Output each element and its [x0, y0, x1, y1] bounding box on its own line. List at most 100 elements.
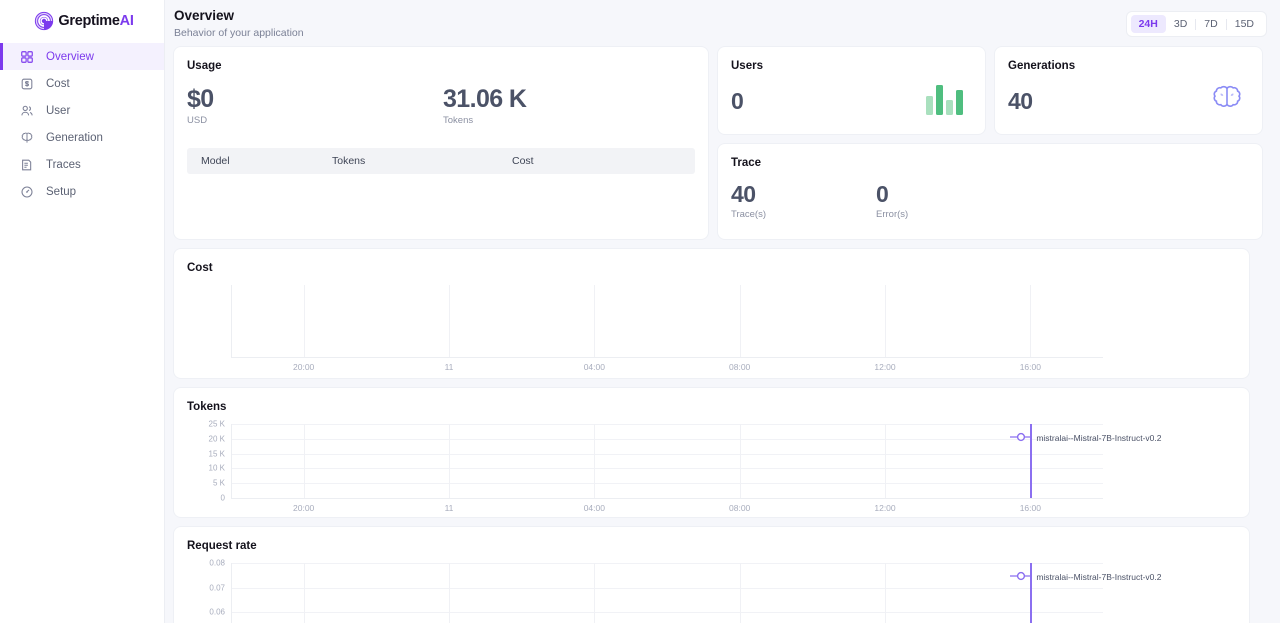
usage-card: Usage $0 USD 31.06 K Tokens Model T [174, 47, 708, 239]
x-axis-tick-label: 16:00 [1020, 503, 1041, 513]
usage-cost-value: $0 [187, 85, 443, 114]
x-axis-tick-label: 20:00 [293, 503, 314, 513]
usage-metrics: $0 USD 31.06 K Tokens [187, 85, 695, 126]
y-axis-tick-label: 10 K [187, 464, 225, 473]
x-axis-tick-label: 11 [445, 362, 454, 372]
sidebar-item-cost[interactable]: Cost [0, 70, 164, 97]
sidebar-nav: Overview Cost [0, 43, 164, 205]
request-rate-chart-card: Request rate 0.080.070.060.0520:001104:0… [174, 527, 1249, 623]
page-title: Overview [174, 8, 304, 24]
gridline-horizontal [231, 468, 1103, 469]
gridline-vertical [594, 285, 595, 357]
x-axis-tick-label: 20:00 [293, 362, 314, 372]
generations-card-title: Generations [1008, 60, 1249, 72]
gridline-vertical [885, 563, 886, 623]
y-axis-tick-label: 0 [187, 494, 225, 503]
range-button-3d[interactable]: 3D [1166, 15, 1195, 33]
summary-row: Usage $0 USD 31.06 K Tokens Model T [174, 47, 1266, 239]
sidebar-item-setup[interactable]: Setup [0, 178, 164, 205]
gridline-vertical [1030, 285, 1031, 357]
usage-tokens-metric: 31.06 K Tokens [443, 85, 526, 126]
trace-count-metric: 40 Trace(s) [731, 181, 876, 220]
gridline-horizontal [231, 588, 1103, 589]
sidebar-item-label: Generation [46, 132, 103, 144]
cost-chart-title: Cost [187, 262, 1236, 274]
tokens-chart-plot: 25 K20 K15 K10 K5 K020:001104:0008:0012:… [187, 424, 1236, 514]
sidebar-item-generation[interactable]: Generation [0, 124, 164, 151]
users-card: Users 0 [718, 47, 985, 134]
main-content: Overview Behavior of your application 24… [165, 0, 1280, 623]
y-axis-line [231, 285, 232, 357]
x-axis-line [231, 357, 1103, 358]
dollar-box-icon [20, 77, 34, 91]
legend-label: mistralai--Mistral-7B-Instruct-v0.2 [1036, 572, 1161, 582]
tokens-chart-title: Tokens [187, 401, 1236, 413]
error-count-label: Error(s) [876, 209, 908, 220]
column-header-model: Model [187, 155, 332, 167]
gridline-vertical [740, 424, 741, 498]
page-heading: Overview Behavior of your application [174, 8, 304, 39]
brand-name-accent: AI [120, 13, 134, 29]
usage-card-title: Usage [187, 60, 695, 72]
gridline-vertical [885, 424, 886, 498]
document-list-icon [20, 158, 34, 172]
app-root: GreptimeAI Overview [0, 0, 1280, 623]
sidebar-item-traces[interactable]: Traces [0, 151, 164, 178]
trace-card: Trace 40 Trace(s) 0 Error(s) [718, 144, 1262, 239]
gridline-vertical [449, 424, 450, 498]
sidebar-item-user[interactable]: User [0, 97, 164, 124]
legend-label: mistralai--Mistral-7B-Instruct-v0.2 [1036, 433, 1161, 443]
stat-cards-row: Users 0 [718, 47, 1262, 134]
column-header-tokens: Tokens [332, 155, 512, 167]
error-count-metric: 0 Error(s) [876, 181, 908, 220]
grid-dashboard-icon [20, 50, 34, 64]
gridline-vertical [449, 285, 450, 357]
sidebar: GreptimeAI Overview [0, 0, 165, 623]
tokens-chart-card: Tokens 25 K20 K15 K10 K5 K020:001104:000… [174, 388, 1249, 517]
gridline-vertical [304, 424, 305, 498]
time-range-selector: 24H 3D 7D 15D [1127, 12, 1266, 36]
y-axis-tick-label: 15 K [187, 449, 225, 458]
y-axis-tick-label: 0.06 [187, 608, 225, 617]
x-axis-tick-label: 08:00 [729, 503, 750, 513]
gridline-horizontal [231, 424, 1103, 425]
gridline-vertical [885, 285, 886, 357]
gridline-vertical [740, 285, 741, 357]
x-axis-tick-label: 12:00 [874, 362, 895, 372]
range-button-24h[interactable]: 24H [1131, 15, 1166, 33]
sidebar-item-overview[interactable]: Overview [0, 43, 164, 70]
range-button-7d[interactable]: 7D [1196, 15, 1225, 33]
users-icon [20, 104, 34, 118]
x-axis-line [231, 498, 1103, 499]
brand-logo-area[interactable]: GreptimeAI [0, 0, 164, 41]
cost-chart-card: Cost 20:001104:0008:0012:0016:00 [174, 249, 1249, 378]
x-axis-tick-label: 04:00 [584, 503, 605, 513]
usage-tokens-label: Tokens [443, 115, 526, 126]
y-axis-tick-label: 20 K [187, 434, 225, 443]
y-axis-tick-label: 0.08 [187, 559, 225, 568]
generations-card: Generations 40 [995, 47, 1262, 134]
gridline-vertical [740, 563, 741, 623]
range-button-15d[interactable]: 15D [1227, 15, 1262, 33]
usage-table-body [187, 174, 695, 232]
chart-legend[interactable]: mistralai--Mistral-7B-Instruct-v0.2 [1010, 429, 1161, 447]
request-rate-chart-title: Request rate [187, 540, 1236, 552]
sidebar-item-label: Traces [46, 159, 81, 171]
greptime-spiral-logo-icon [34, 11, 54, 31]
sidebar-item-label: Cost [46, 78, 70, 90]
brand-name: GreptimeAI [58, 13, 133, 29]
x-axis-tick-label: 12:00 [874, 503, 895, 513]
bar-chart-icon [925, 83, 967, 120]
gauge-icon [20, 185, 34, 199]
chart-legend[interactable]: mistralai--Mistral-7B-Instruct-v0.2 [1010, 568, 1161, 586]
trace-metrics: 40 Trace(s) 0 Error(s) [731, 181, 1249, 220]
y-axis-tick-label: 5 K [187, 479, 225, 488]
usage-table-header: Model Tokens Cost [187, 148, 695, 174]
gridline-horizontal [231, 454, 1103, 455]
brain-icon [1210, 81, 1244, 120]
trace-count-value: 40 [731, 181, 876, 208]
users-card-title: Users [731, 60, 972, 72]
brand-name-main: Greptime [58, 13, 119, 29]
legend-marker-icon [1010, 429, 1032, 447]
sidebar-item-label: User [46, 105, 70, 117]
